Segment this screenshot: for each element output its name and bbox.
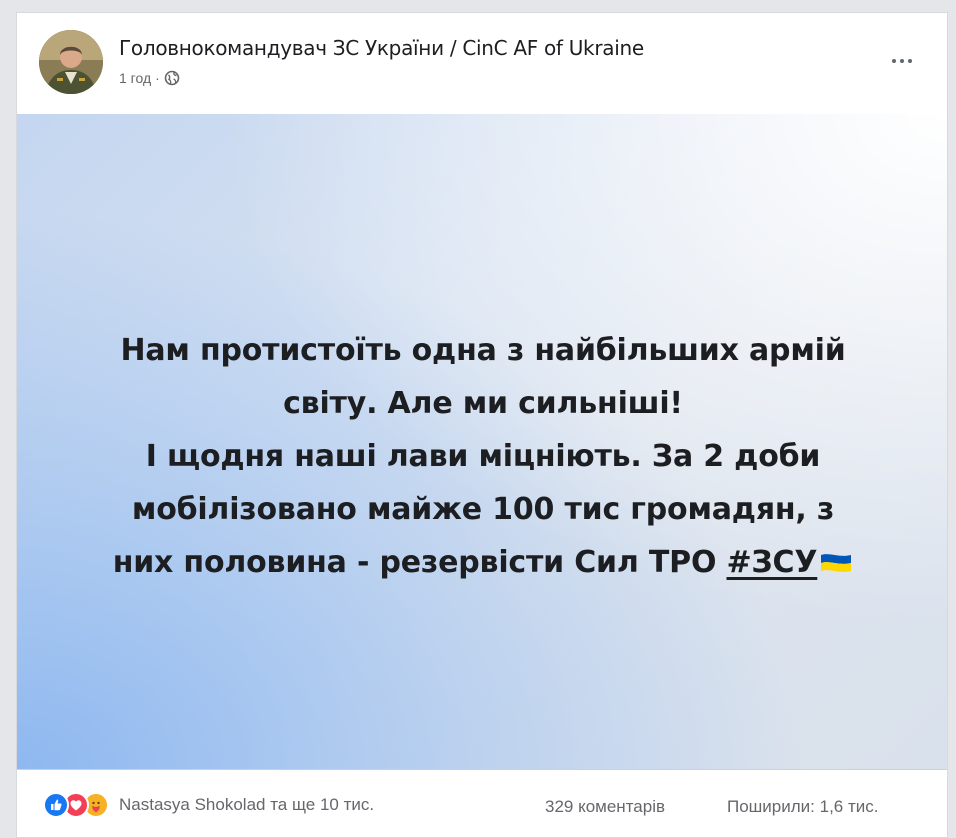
meta-separator: · xyxy=(155,70,160,86)
more-dots-icon xyxy=(892,59,896,63)
post-time[interactable]: 1 год xyxy=(119,70,151,86)
post-image[interactable]: Нам протистоїть одна з найбільших армій … xyxy=(17,114,947,769)
post-header: Головнокомандувач ЗС України / CinC AF o… xyxy=(17,13,947,113)
post-text-line-prefix: них половина - резервісти Сил ТРО xyxy=(112,545,727,580)
post-text-line: світу. Але ми сильніші! xyxy=(283,386,683,421)
comments-count[interactable]: 329 коментарів xyxy=(545,797,665,817)
post-footer: Nastasya Shokolad та ще 10 тис. 329 коме… xyxy=(17,769,947,837)
post-text: Нам протистоїть одна з найбільших армій … xyxy=(57,324,909,589)
reactors-text[interactable]: Nastasya Shokolad та ще 10 тис. xyxy=(119,795,374,815)
author-avatar[interactable] xyxy=(39,30,103,94)
reactions-summary[interactable]: Nastasya Shokolad та ще 10 тис. xyxy=(43,792,374,818)
more-dots-icon xyxy=(900,59,904,63)
shares-count[interactable]: Поширили: 1,6 тис. xyxy=(727,797,878,817)
post-text-line: мобілізовано майже 100 тис громадян, з xyxy=(131,492,835,527)
ukraine-flag-icon xyxy=(819,538,853,572)
globe-icon[interactable] xyxy=(164,70,180,86)
post-text-line: І щодня наші лави міцніють. За 2 доби xyxy=(145,439,821,474)
post-card: Головнокомандувач ЗС України / CinC AF o… xyxy=(16,12,948,838)
post-text-line: Нам протистоїть одна з найбільших армій xyxy=(120,333,846,368)
more-options-button[interactable] xyxy=(887,51,917,71)
hashtag-link[interactable]: #ЗСУ xyxy=(727,545,818,580)
like-icon xyxy=(43,792,69,818)
more-dots-icon xyxy=(908,59,912,63)
post-meta: 1 год · xyxy=(119,70,180,86)
author-name[interactable]: Головнокомандувач ЗС України / CinC AF o… xyxy=(119,36,644,60)
post-text-line-last: них половина - резервісти Сил ТРО #ЗСУ xyxy=(57,536,909,589)
